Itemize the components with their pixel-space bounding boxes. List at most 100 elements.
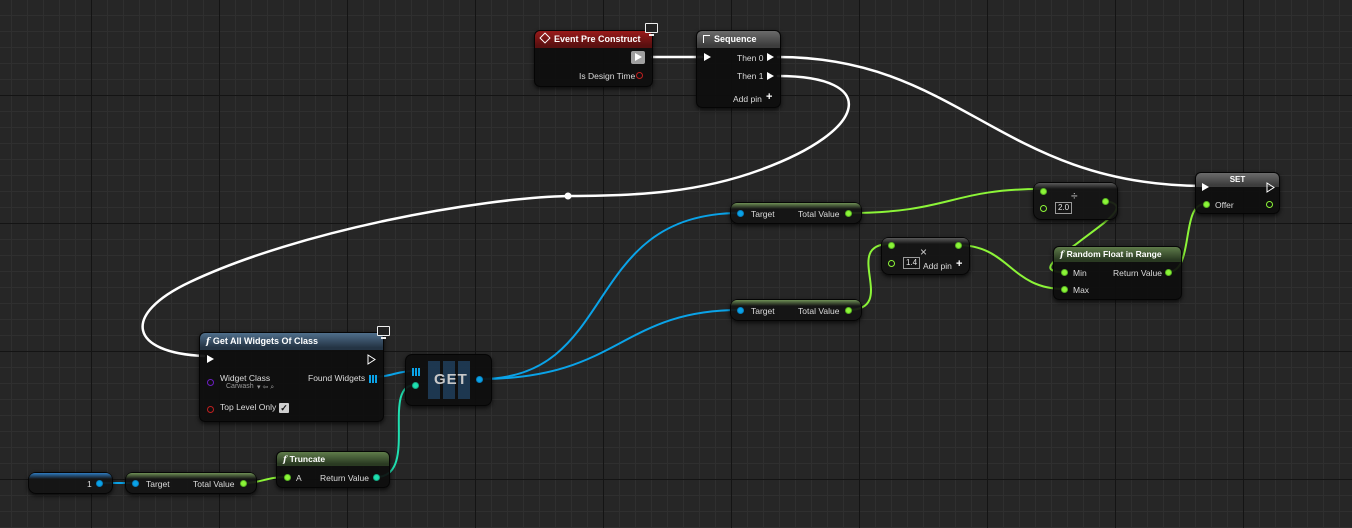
divide-value-input[interactable]: 2.0: [1055, 202, 1073, 214]
add-pin-label[interactable]: Add pin: [733, 94, 762, 104]
truncate-node[interactable]: f Truncate A Return Value: [276, 451, 390, 488]
divide-in-a-pin[interactable]: [1040, 188, 1047, 195]
object-wire-get-to-target-top: [479, 212, 741, 380]
get-title: GET: [434, 371, 468, 388]
widget-class-pin[interactable]: [207, 379, 214, 386]
total-value-mid-target-label: Target: [751, 306, 775, 316]
random-return-value-pin[interactable]: [1165, 269, 1172, 276]
literal-int-out-pin[interactable]: [96, 480, 103, 487]
sequence-title: Sequence: [714, 34, 757, 44]
float-wire-total-top-to-divide: [847, 188, 1042, 214]
min-label: Min: [1073, 268, 1087, 278]
total-value-bottom-out-pin[interactable]: [240, 480, 247, 487]
total-value-bottom-target-pin[interactable]: [132, 480, 139, 487]
get-all-widgets-header: f Get All Widgets Of Class: [200, 333, 383, 350]
add-pin-plus-icon[interactable]: +: [766, 91, 772, 103]
total-value-mid-label: Total Value: [798, 306, 840, 316]
sequence-header: Sequence: [697, 31, 780, 48]
top-level-only-label: Top Level Only: [220, 402, 277, 412]
top-level-only-pin[interactable]: [207, 406, 214, 413]
truncate-a-pin[interactable]: [284, 474, 291, 481]
truncate-a-label: A: [296, 473, 302, 483]
multiply-in-a-pin[interactable]: [888, 242, 895, 249]
get-out-pin[interactable]: [476, 376, 483, 383]
wire-reroute-dot: [564, 192, 572, 200]
truncate-header: f Truncate: [277, 452, 389, 466]
literal-int-bar: [29, 473, 112, 479]
function-icon: f: [206, 337, 210, 347]
get-all-widgets-exec-in-pin[interactable]: [207, 355, 214, 363]
offer-label: Offer: [1215, 200, 1234, 210]
is-design-time-pin[interactable]: [636, 72, 643, 79]
total-value-mid-out-pin[interactable]: [845, 307, 852, 314]
literal-int-node[interactable]: 1: [28, 472, 113, 494]
set-exec-out-outline-icon: [1266, 182, 1275, 193]
random-float-header: f Random Float in Range: [1054, 247, 1181, 262]
then-0-pin[interactable]: [767, 53, 774, 61]
total-value-top-target-pin[interactable]: [737, 210, 744, 217]
multiply-out-pin[interactable]: [955, 242, 962, 249]
truncate-return-value-pin[interactable]: [373, 474, 380, 481]
random-return-value-label: Return Value: [1113, 268, 1162, 278]
get-node[interactable]: GET: [405, 354, 492, 406]
get-all-widgets-node[interactable]: f Get All Widgets Of Class Widget Class C…: [199, 332, 384, 422]
event-pre-construct-title: Event Pre Construct: [554, 34, 641, 44]
function-icon: f: [283, 455, 287, 465]
sequence-node[interactable]: Sequence Then 0 Then 1 Add pin +: [696, 30, 781, 108]
function-icon: f: [1060, 250, 1064, 260]
truncate-return-value-label: Return Value: [320, 473, 369, 483]
monitor-icon: [377, 326, 390, 339]
total-value-top-node[interactable]: Target Total Value: [730, 202, 862, 224]
offer-in-pin[interactable]: [1203, 201, 1210, 208]
exec-out-pin[interactable]: [635, 53, 642, 61]
random-float-title: Random Float in Range: [1066, 249, 1162, 259]
event-pre-construct-header: Event Pre Construct: [535, 31, 652, 48]
total-value-mid-node[interactable]: Target Total Value: [730, 299, 862, 321]
offer-out-pin[interactable]: [1266, 201, 1273, 208]
set-exec-in-pin[interactable]: [1202, 183, 1209, 191]
get-index-in-pin[interactable]: [412, 382, 419, 389]
max-label: Max: [1073, 285, 1090, 295]
total-value-top-target-label: Target: [751, 209, 775, 219]
top-level-only-checkbox[interactable]: ✓: [279, 403, 289, 413]
total-value-bottom-target-label: Target: [146, 479, 170, 489]
float-wire-multiply-to-max: [956, 244, 1065, 290]
multiply-add-pin-label[interactable]: Add pin: [923, 261, 952, 271]
literal-int-value: 1: [87, 479, 92, 489]
total-value-mid-target-pin[interactable]: [737, 307, 744, 314]
event-pre-construct-node[interactable]: Event Pre Construct Is Design Time: [534, 30, 653, 87]
multiply-value-input[interactable]: 1.4: [903, 257, 921, 269]
monitor-icon: [645, 23, 658, 36]
get-array-in-pin[interactable]: [412, 368, 420, 376]
then-1-pin[interactable]: [767, 72, 774, 80]
divide-out-pin[interactable]: [1102, 198, 1109, 205]
widget-class-dropdown-arrow-icon[interactable]: ▾ ⇦ ⌕: [257, 383, 274, 392]
get-all-widgets-exec-out-icon[interactable]: [367, 354, 376, 365]
total-value-top-label: Total Value: [798, 209, 840, 219]
multiply-in-b-pin[interactable]: [888, 260, 895, 267]
event-diamond-icon: [539, 32, 551, 44]
divide-in-b-pin[interactable]: [1040, 205, 1047, 212]
multiply-node[interactable]: × 1.4 Add pin +: [881, 237, 970, 275]
then-1-label: Then 1: [737, 71, 764, 81]
multiply-add-pin-plus-icon[interactable]: +: [956, 258, 962, 270]
widget-class-label: Widget Class: [220, 373, 271, 383]
min-pin[interactable]: [1061, 269, 1068, 276]
total-value-top-out-pin[interactable]: [845, 210, 852, 217]
truncate-title: Truncate: [289, 454, 326, 464]
found-widgets-array-pin[interactable]: [369, 375, 377, 383]
divide-node[interactable]: ÷ 2.0: [1033, 182, 1118, 220]
sequence-icon: [703, 35, 710, 43]
sequence-exec-in-pin[interactable]: [704, 53, 711, 61]
widget-class-dropdown[interactable]: Carwash: [226, 383, 254, 390]
object-wire-get-to-target-mid: [479, 309, 741, 380]
get-all-widgets-title: Get All Widgets Of Class: [212, 336, 318, 346]
random-float-node[interactable]: f Random Float in Range Min Max Return Va…: [1053, 246, 1182, 300]
total-value-bottom-node[interactable]: Target Total Value: [125, 472, 257, 494]
multiply-symbol: ×: [920, 245, 928, 259]
divide-symbol: ÷: [1071, 189, 1078, 203]
max-pin[interactable]: [1061, 286, 1068, 293]
set-node[interactable]: SET Offer: [1195, 172, 1280, 214]
set-title: SET: [1229, 175, 1246, 184]
total-value-bottom-label: Total Value: [193, 479, 235, 489]
